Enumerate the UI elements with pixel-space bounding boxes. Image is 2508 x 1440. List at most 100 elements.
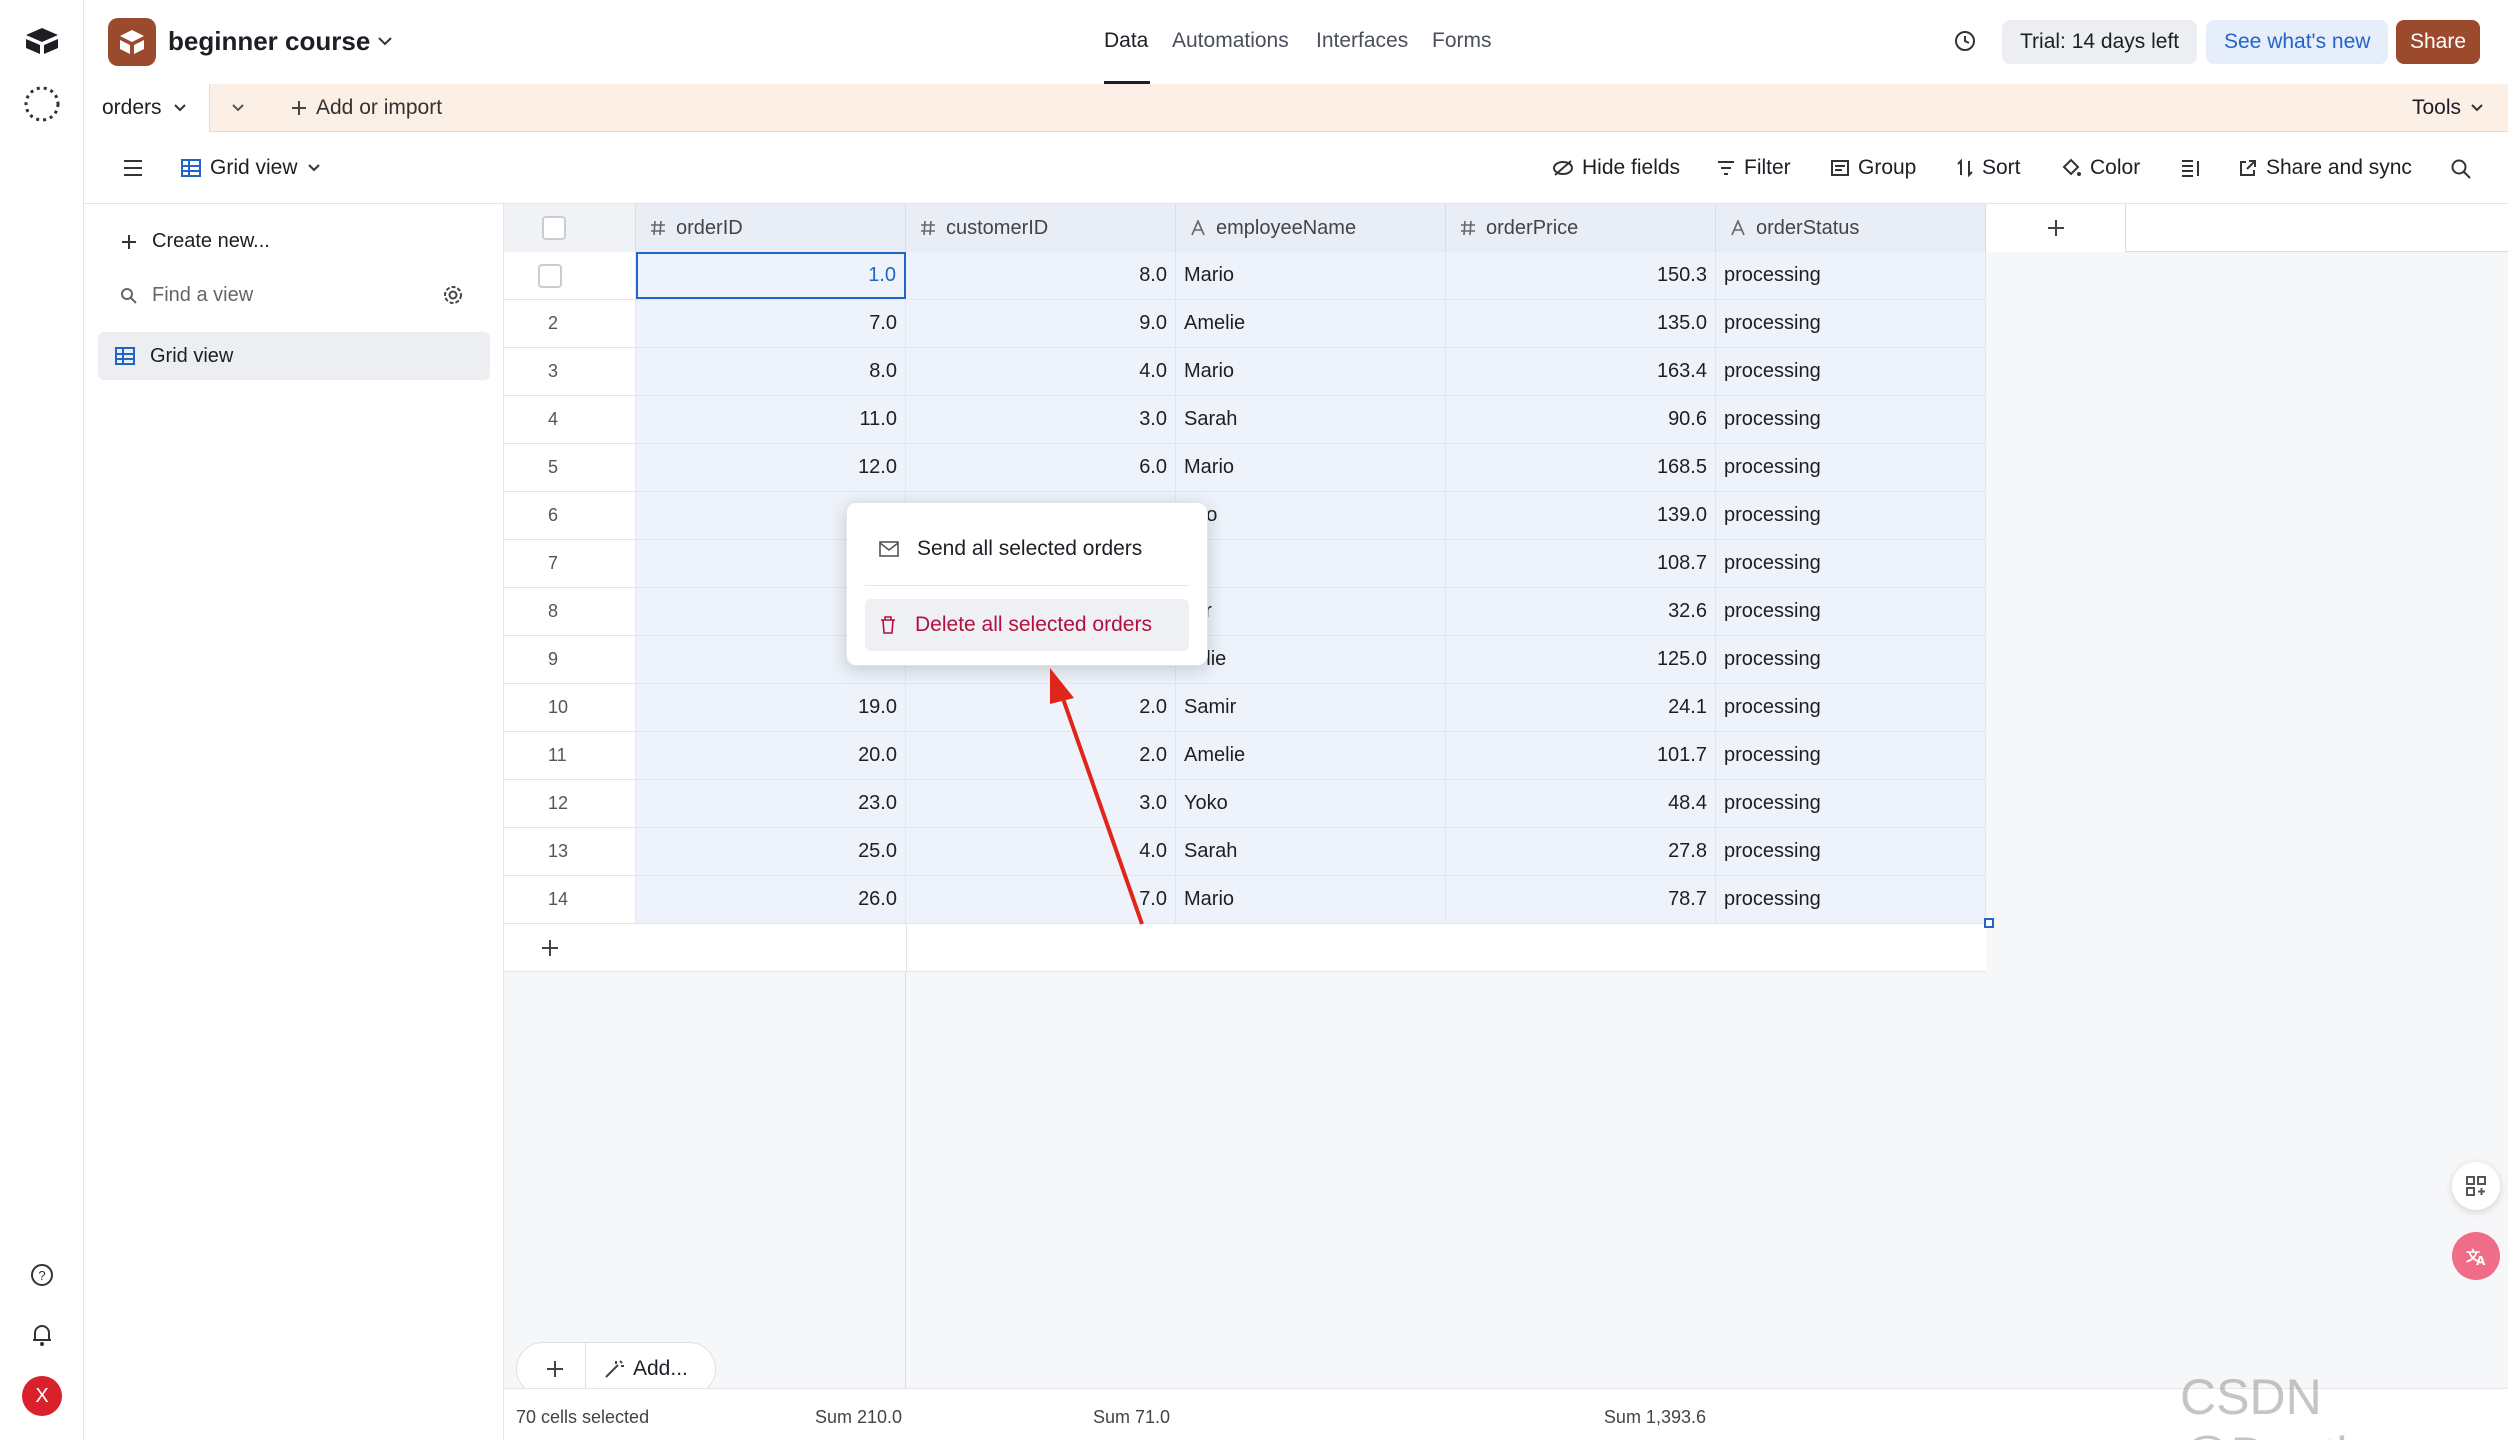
table-row[interactable]: 6 ario139.0processing xyxy=(504,492,1986,540)
cell-orderstatus[interactable]: processing xyxy=(1716,252,1986,299)
cell-employeename[interactable]: Mario xyxy=(1176,252,1446,299)
cell-customerid[interactable]: 8.0 xyxy=(906,252,1176,299)
cell-employeename[interactable]: Mario xyxy=(1176,348,1446,395)
cell-orderid[interactable]: 7.0 xyxy=(636,300,906,347)
select-all-checkbox[interactable] xyxy=(542,216,566,240)
select-all-cell[interactable] xyxy=(504,204,636,252)
cell-employeename[interactable]: ario xyxy=(1176,492,1446,539)
cell-orderprice[interactable]: 90.6 xyxy=(1446,396,1716,443)
column-header-employeename[interactable]: employeeName xyxy=(1176,204,1446,252)
add-field-button[interactable] xyxy=(1986,204,2126,252)
cell-customerid[interactable]: 3.0 xyxy=(906,396,1176,443)
cell-employeename[interactable]: Amelie xyxy=(1176,732,1446,779)
cell-orderstatus[interactable]: processing xyxy=(1716,396,1986,443)
cell-orderstatus[interactable]: processing xyxy=(1716,588,1986,635)
add-record-plus-icon[interactable] xyxy=(545,1359,565,1379)
settings-gear-icon[interactable] xyxy=(442,284,464,306)
cell-orderstatus[interactable]: processing xyxy=(1716,780,1986,827)
table-row[interactable]: 9 nelie125.0processing xyxy=(504,636,1986,684)
cell-employeename[interactable]: Mario xyxy=(1176,876,1446,923)
table-row[interactable]: 13 25.0 4.0 Sarah 27.8 processing xyxy=(504,828,1986,876)
see-whats-new-button[interactable]: See what's new xyxy=(2206,20,2389,64)
cell-orderprice[interactable]: 48.4 xyxy=(1446,780,1716,827)
table-row[interactable]: 11 20.0 2.0 Amelie 101.7 processing xyxy=(504,732,1986,780)
chevron-down-icon[interactable] xyxy=(376,32,394,50)
add-row-plus-icon[interactable] xyxy=(540,938,560,958)
row-number[interactable]: 8 xyxy=(504,588,636,635)
color-button[interactable]: Color xyxy=(2060,156,2140,180)
trial-badge[interactable]: Trial: 14 days left xyxy=(2002,20,2198,64)
cell-orderprice[interactable]: 78.7 xyxy=(1446,876,1716,923)
table-row[interactable]: 7 ko108.7processing xyxy=(504,540,1986,588)
apps-grid-button[interactable] xyxy=(2452,1162,2500,1210)
cell-orderstatus[interactable]: processing xyxy=(1716,684,1986,731)
all-tables-chevron-icon[interactable] xyxy=(230,100,246,116)
notifications-bell-icon[interactable] xyxy=(29,1322,55,1348)
cell-employeename[interactable]: mir xyxy=(1176,588,1446,635)
row-number[interactable]: 11 xyxy=(504,732,636,779)
table-tab-orders[interactable]: orders xyxy=(84,84,210,132)
row-number[interactable]: 13 xyxy=(504,828,636,875)
cell-orderprice[interactable]: 32.6 xyxy=(1446,588,1716,635)
table-row[interactable]: 8 mir32.6processing xyxy=(504,588,1986,636)
row-number[interactable]: 4 xyxy=(504,396,636,443)
translate-icon[interactable]: 文A xyxy=(2452,1232,2500,1280)
cell-orderstatus[interactable]: processing xyxy=(1716,636,1986,683)
help-icon[interactable]: ? xyxy=(29,1262,55,1288)
sidebar-item-grid-view[interactable]: Grid view xyxy=(98,332,490,380)
cell-orderprice[interactable]: 139.0 xyxy=(1446,492,1716,539)
tab-interfaces[interactable]: Interfaces xyxy=(1316,29,1408,53)
sum-customerid[interactable]: Sum 71.0 xyxy=(1064,1407,1170,1428)
cell-orderid[interactable]: 12.0 xyxy=(636,444,906,491)
row-number[interactable]: 3 xyxy=(504,348,636,395)
cell-orderid[interactable]: 11.0 xyxy=(636,396,906,443)
table-row[interactable]: 2 7.0 9.0 Amelie 135.0 processing xyxy=(504,300,1986,348)
column-header-orderstatus[interactable]: orderStatus xyxy=(1716,204,1986,252)
table-row[interactable]: 1.0 8.0 Mario 150.3 processing xyxy=(504,252,1986,300)
row-number[interactable]: 14 xyxy=(504,876,636,923)
cell-employeename[interactable]: Mario xyxy=(1176,444,1446,491)
row-number[interactable]: 5 xyxy=(504,444,636,491)
cell-orderprice[interactable]: 135.0 xyxy=(1446,300,1716,347)
add-or-import-button[interactable]: Add or import xyxy=(290,96,442,120)
cell-orderid[interactable]: 19.0 xyxy=(636,684,906,731)
table-row[interactable]: 14 26.0 7.0 Mario 78.7 processing xyxy=(504,876,1986,924)
sum-orderid[interactable]: Sum 210.0 xyxy=(802,1407,902,1428)
cell-orderprice[interactable]: 125.0 xyxy=(1446,636,1716,683)
table-row[interactable]: 12 23.0 3.0 Yoko 48.4 processing xyxy=(504,780,1986,828)
cell-employeename[interactable]: Amelie xyxy=(1176,300,1446,347)
cell-orderstatus[interactable]: processing xyxy=(1716,444,1986,491)
search-icon[interactable] xyxy=(2450,158,2472,180)
cell-orderprice[interactable]: 101.7 xyxy=(1446,732,1716,779)
row-number[interactable]: 10 xyxy=(504,684,636,731)
filter-button[interactable]: Filter xyxy=(1716,156,1791,180)
column-header-customerid[interactable]: customerID xyxy=(906,204,1176,252)
column-header-orderid[interactable]: orderID xyxy=(636,204,906,252)
find-view-input[interactable]: Find a view xyxy=(120,284,253,307)
share-button[interactable]: Share xyxy=(2396,20,2481,64)
cell-orderprice[interactable]: 168.5 xyxy=(1446,444,1716,491)
airtable-logo-icon[interactable] xyxy=(24,26,60,56)
sum-orderprice[interactable]: Sum 1,393.6 xyxy=(1544,1407,1706,1428)
tab-data[interactable]: Data xyxy=(1104,29,1148,53)
cell-employeename[interactable]: Samir xyxy=(1176,684,1446,731)
row-checkbox[interactable] xyxy=(538,263,562,288)
cell-orderid[interactable]: 23.0 xyxy=(636,780,906,827)
user-avatar[interactable]: X xyxy=(22,1376,62,1416)
cell-orderprice[interactable]: 163.4 xyxy=(1446,348,1716,395)
add-with-ai-button[interactable]: Add... xyxy=(603,1357,688,1381)
create-new-button[interactable]: Create new... xyxy=(120,230,270,253)
row-number[interactable] xyxy=(504,252,636,299)
tab-forms[interactable]: Forms xyxy=(1432,29,1492,53)
cell-orderid[interactable]: 20.0 xyxy=(636,732,906,779)
column-header-orderprice[interactable]: orderPrice xyxy=(1446,204,1716,252)
cell-orderid[interactable]: 26.0 xyxy=(636,876,906,923)
cell-customerid[interactable]: 4.0 xyxy=(906,348,1176,395)
tab-automations[interactable]: Automations xyxy=(1172,29,1289,53)
row-number[interactable]: 6 xyxy=(504,492,636,539)
hide-fields-button[interactable]: Hide fields xyxy=(1552,156,1680,180)
add-row-bar[interactable] xyxy=(504,924,1986,972)
cell-orderstatus[interactable]: processing xyxy=(1716,828,1986,875)
cell-orderprice[interactable]: 24.1 xyxy=(1446,684,1716,731)
cell-orderstatus[interactable]: processing xyxy=(1716,348,1986,395)
